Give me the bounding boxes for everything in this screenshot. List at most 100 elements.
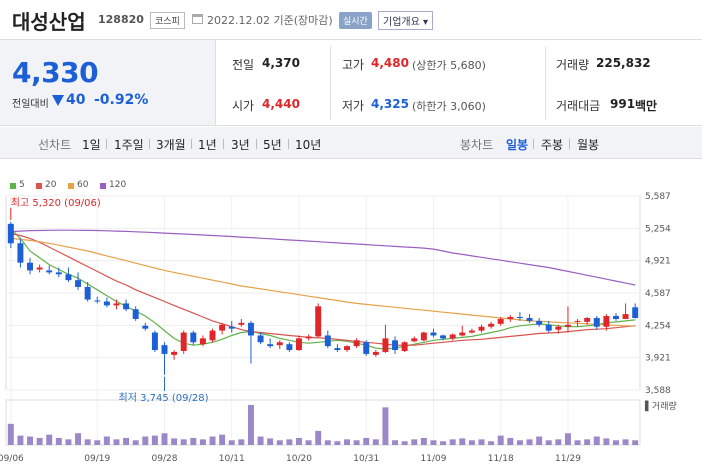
volume-label: ▌거래량	[644, 400, 677, 412]
x-tick-label: 11/29	[555, 454, 581, 464]
y-tick-label: 3,921	[645, 354, 671, 364]
candle-body	[75, 280, 82, 287]
candle-body	[353, 340, 360, 347]
low-value: 4,325	[371, 97, 409, 111]
volume-bar	[151, 435, 158, 445]
candle-body	[622, 314, 629, 319]
candle-weekly[interactable]: 주봉	[541, 136, 563, 153]
low-label: 저가	[342, 99, 365, 113]
realtime-button[interactable]: 실시간	[339, 12, 372, 29]
period-1w[interactable]: 1주일	[114, 136, 144, 153]
low-annotation: 최저 3,745 (09/28)	[119, 392, 209, 404]
period-1y[interactable]: 1년	[198, 136, 217, 153]
candle-body	[449, 334, 456, 339]
volume-bar	[584, 439, 591, 445]
candlestick-chart[interactable]: 5,587 5,254 4,921 4,587 4,254 3,921 3,588 09/06…	[0, 190, 702, 469]
company-overview-dropdown[interactable]: 기업개요 ▾	[378, 11, 434, 30]
candle-body	[603, 316, 610, 327]
candle-body	[151, 332, 158, 351]
candle-body	[593, 317, 600, 327]
down-arrow-icon	[52, 95, 64, 106]
volume-bar	[65, 439, 72, 445]
legend-swatch-ma20	[36, 183, 42, 189]
open-label: 시가	[232, 99, 255, 113]
reference-date: 2022.12.02 기준(장마감)	[207, 14, 333, 27]
volume-bar	[219, 434, 226, 445]
candle-body	[536, 320, 543, 325]
stock-code: 128820	[98, 13, 144, 26]
candle-body	[209, 330, 216, 341]
candle-daily[interactable]: 일봉	[506, 136, 528, 153]
candle-body	[526, 317, 533, 321]
volume-bar	[75, 433, 82, 445]
volume-bar	[180, 439, 187, 445]
diff-label: 전일대비	[12, 99, 49, 110]
x-tick-label: 10/11	[219, 454, 245, 464]
y-tick-label: 5,254	[645, 224, 671, 234]
volume-pane-frame	[5, 399, 641, 446]
candle-body	[363, 342, 370, 354]
candle-body	[315, 306, 322, 337]
volume-bar	[315, 430, 322, 445]
toolbar-divider	[149, 139, 150, 149]
upper-limit: (상한가 5,680)	[412, 59, 486, 72]
stats-divider	[545, 46, 546, 120]
volume-bar	[228, 440, 235, 445]
candle-body	[180, 332, 187, 351]
candle-body	[46, 270, 53, 273]
candle-body	[113, 303, 120, 306]
legend-swatch-ma120	[100, 183, 106, 189]
volume-bar	[622, 439, 629, 445]
period-5y[interactable]: 5년	[263, 136, 282, 153]
period-3m[interactable]: 3개월	[156, 136, 186, 153]
volume-bar	[247, 405, 254, 445]
candle-body	[382, 338, 389, 352]
candle-body	[238, 322, 245, 325]
x-tick-label: 11/09	[421, 454, 447, 464]
period-10y[interactable]: 10년	[295, 136, 321, 153]
legend-ma120: 120	[109, 180, 127, 190]
volume-bar	[103, 436, 110, 445]
calendar-icon	[192, 14, 203, 24]
volume-bar	[449, 439, 456, 445]
candle-body	[392, 340, 399, 351]
candle-body	[257, 335, 264, 343]
period-1d[interactable]: 1일	[82, 136, 101, 153]
y-tick-label: 4,921	[645, 257, 671, 267]
toolbar-divider	[106, 139, 107, 149]
volume-bar	[276, 440, 283, 445]
candle-body	[613, 316, 619, 319]
toolbar-divider	[223, 139, 224, 149]
volume-bar	[113, 439, 120, 445]
high-label: 고가	[342, 58, 365, 72]
candle-body	[103, 301, 110, 306]
volume-bar	[459, 438, 466, 445]
candle-body	[545, 324, 552, 331]
volume-bar	[190, 437, 197, 445]
volume-label: 거래량	[556, 58, 590, 72]
candle-body	[516, 317, 523, 319]
volume-bar	[411, 439, 418, 445]
candle-monthly[interactable]: 월봉	[577, 136, 599, 153]
candle-body	[324, 335, 331, 347]
candle-body	[132, 309, 139, 319]
volume-bar	[574, 440, 581, 445]
candle-body	[142, 325, 149, 329]
candle-body	[219, 324, 226, 331]
volume-bar	[171, 438, 178, 445]
candle-body	[286, 344, 293, 351]
volume-bar	[430, 440, 437, 445]
volume-bar	[84, 439, 91, 445]
candle-body	[420, 332, 427, 341]
volume-bar	[334, 441, 341, 445]
volume-bar	[536, 436, 543, 445]
amount-unit: 백만	[635, 99, 658, 113]
line-chart-label: 선차트	[38, 138, 72, 152]
y-tick-label: 4,587	[645, 289, 671, 299]
candle-body	[123, 303, 130, 310]
period-3y[interactable]: 3년	[231, 136, 250, 153]
volume-bar	[267, 438, 274, 445]
volume-bar	[209, 436, 216, 445]
volume-bar	[161, 433, 168, 445]
candle-body	[161, 345, 168, 354]
